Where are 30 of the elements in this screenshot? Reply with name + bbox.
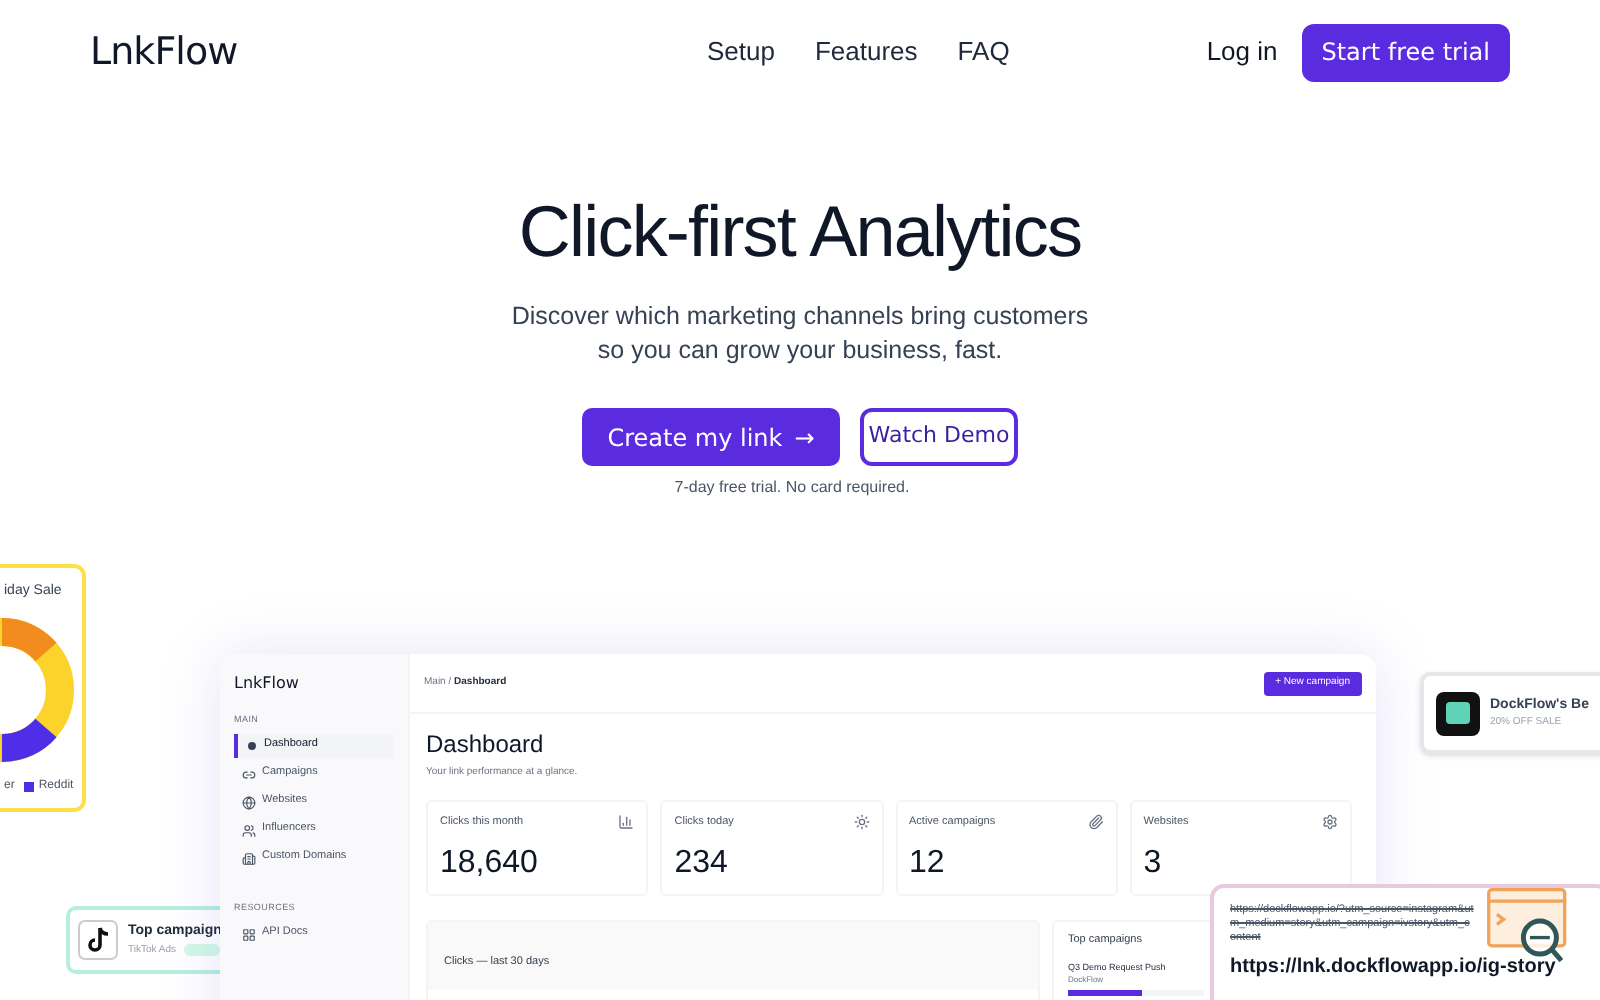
stat-value: 3 bbox=[1143, 845, 1164, 881]
hero-subtitle: Discover which marketing channels bring customers so you can grow your business, fast. bbox=[509, 300, 1091, 368]
paperclip-icon bbox=[1087, 813, 1104, 830]
sun-icon bbox=[853, 813, 869, 830]
hero-title: Click-first Analytics bbox=[518, 188, 1082, 276]
stat-value: 12 bbox=[909, 845, 947, 881]
bar-chart-icon bbox=[618, 813, 635, 830]
sidebar-logo: LnkFlow bbox=[234, 676, 301, 692]
users-icon bbox=[242, 823, 256, 837]
globe-icon bbox=[242, 795, 256, 809]
app-icon bbox=[1436, 691, 1480, 735]
building-icon bbox=[242, 851, 256, 865]
stat-value: 18,640 bbox=[440, 845, 540, 881]
link-icon bbox=[242, 767, 256, 781]
nav-link[interactable]: FAQ bbox=[957, 32, 1010, 72]
short-url: https://lnk.dockflowapp.io/ig-story bbox=[1230, 956, 1558, 980]
page-title: Dashboard bbox=[426, 728, 546, 762]
trial-note: 7-day free trial. No card required. bbox=[674, 476, 910, 500]
stat-value: 234 bbox=[674, 845, 730, 881]
settings-icon bbox=[1322, 813, 1338, 830]
status-badge bbox=[184, 944, 220, 957]
nav-link[interactable]: Setup bbox=[707, 32, 775, 72]
login-link[interactable]: Log in bbox=[1206, 32, 1278, 72]
logo[interactable]: LnkFlow bbox=[90, 23, 330, 81]
grid-icon bbox=[242, 927, 256, 941]
watch-demo-button[interactable]: Watch Demo bbox=[860, 408, 1018, 466]
nav-link[interactable]: Features bbox=[814, 32, 918, 72]
music-note-icon bbox=[78, 920, 118, 960]
start-trial-button[interactable]: Start free trial bbox=[1301, 23, 1510, 81]
create-link-button[interactable]: Create my link → bbox=[582, 408, 840, 466]
